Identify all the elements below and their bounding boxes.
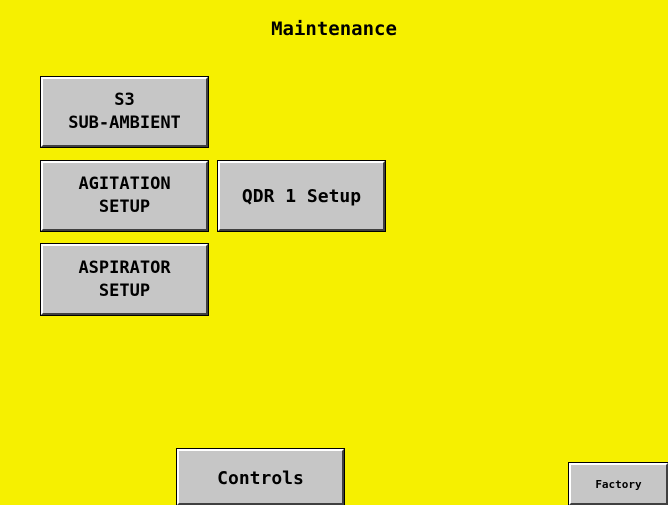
qdr-1-setup-button[interactable]: QDR 1 Setup [217,160,386,232]
controls-label: Controls [217,468,304,489]
agitation-setup-label-line2: SETUP [98,197,151,217]
aspirator-setup-label-line2: SETUP [98,280,151,301]
s3-sub-ambient-label-line1: S3 [114,90,135,110]
controls-button[interactable]: Controls [176,448,345,505]
s3-sub-ambient-button[interactable]: S3 SUB-AMBIENT [40,76,209,148]
qdr-1-setup-label: QDR 1 Setup [241,185,362,207]
page-title: Maintenance [271,18,397,40]
agitation-setup-button[interactable]: AGITATION SETUP [40,160,209,232]
aspirator-setup-button[interactable]: ASPIRATOR SETUP [40,243,209,316]
s3-sub-ambient-label-line2: SUB-AMBIENT [68,113,181,133]
aspirator-setup-label-line1: ASPIRATOR [78,257,171,278]
maintenance-screen: Maintenance S3 SUB-AMBIENT AGITATION SET… [0,0,668,505]
agitation-setup-label-line1: AGITATION [78,174,171,194]
factory-button[interactable]: Factory [568,462,668,505]
factory-label: Factory [595,477,642,491]
